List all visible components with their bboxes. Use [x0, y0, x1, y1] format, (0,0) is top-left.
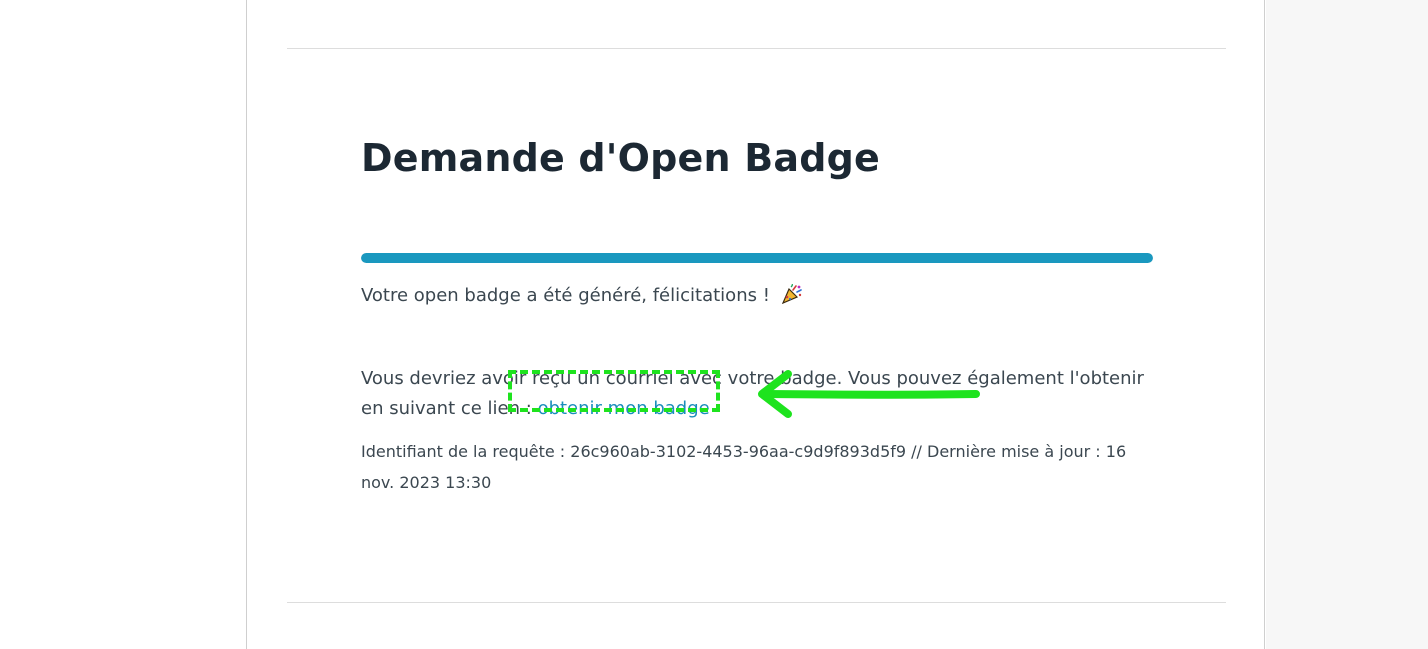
- progress-bar: [361, 253, 1153, 263]
- instruction-paragraph: Vous devriez avoir reçu un courriel avec…: [361, 364, 1153, 424]
- page-title: Demande d'Open Badge: [361, 136, 880, 180]
- success-message-text: Votre open badge a été généré, félicitat…: [361, 285, 770, 306]
- page-gutter: [1266, 0, 1428, 649]
- main-panel: Demande d'Open Badge Votre open badge a …: [246, 0, 1265, 649]
- party-popper-icon: [781, 284, 802, 304]
- divider-top: [287, 48, 1226, 49]
- progress-bar-fill: [361, 253, 1153, 263]
- divider-bottom: [287, 602, 1226, 603]
- success-message: Votre open badge a été généré, félicitat…: [361, 284, 804, 306]
- instruction-text: Vous devriez avoir reçu un courriel avec…: [361, 368, 1144, 419]
- request-meta: Identifiant de la requête : 26c960ab-310…: [361, 442, 1127, 492]
- get-badge-link[interactable]: obtenir mon badge: [538, 398, 710, 419]
